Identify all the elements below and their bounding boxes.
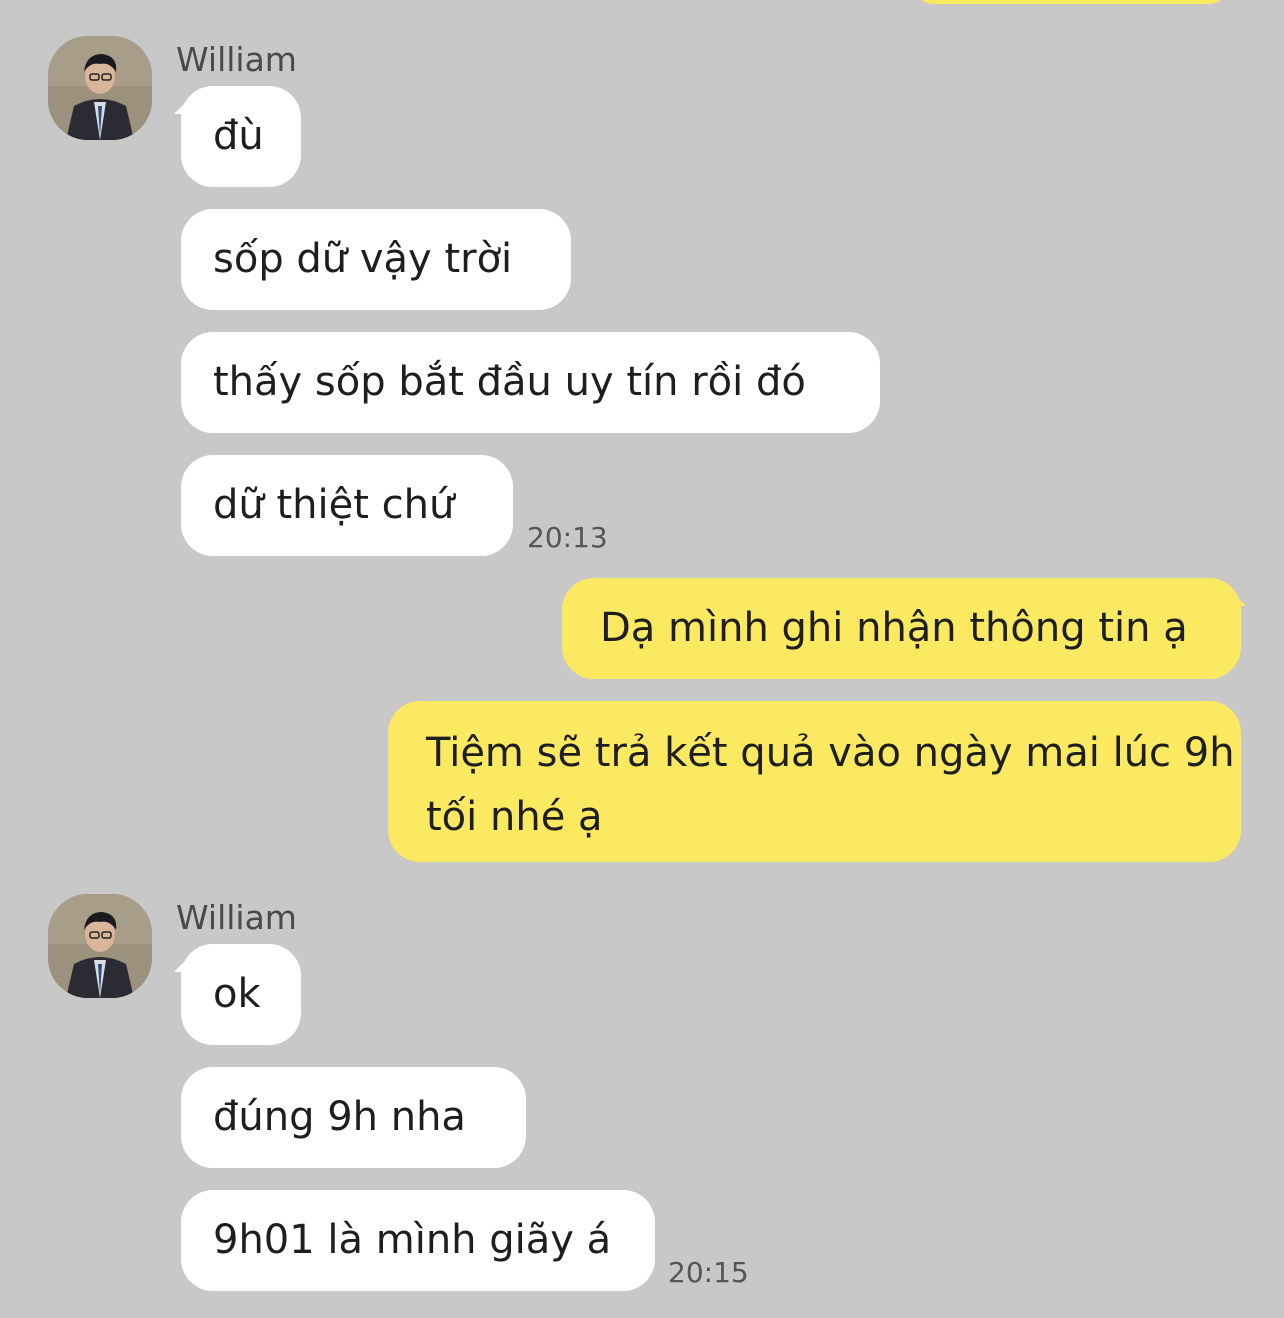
incoming-message-bubble[interactable]: đúng 9h nha [181,1067,526,1168]
incoming-message-bubble[interactable]: đù [181,86,301,187]
chat-message-list[interactable]: William đù sốp dữ vậy trời thấy sốp bắt … [0,0,1284,1318]
message-timestamp: 20:15 [668,1256,749,1289]
sender-avatar[interactable] [48,36,152,140]
incoming-message-bubble[interactable]: 9h01 là mình giãy á [181,1190,655,1291]
user-photo-avatar-icon [48,36,152,140]
incoming-message-bubble[interactable]: sốp dữ vậy trời [181,209,571,310]
sender-name: William [176,898,297,937]
user-photo-avatar-icon [48,894,152,998]
incoming-message-bubble[interactable]: ok [181,944,301,1045]
sender-name: William [176,40,297,79]
incoming-message-bubble[interactable]: dữ thiệt chứ [181,455,513,556]
sender-avatar[interactable] [48,894,152,998]
incoming-message-bubble[interactable]: thấy sốp bắt đầu uy tín rồi đó [181,332,880,433]
outgoing-message-bubble-partial[interactable] [912,0,1230,4]
message-timestamp: 20:13 [527,521,608,554]
outgoing-message-bubble[interactable]: Tiệm sẽ trả kết quả vào ngày mai lúc 9h … [388,701,1241,862]
outgoing-message-bubble[interactable]: Dạ mình ghi nhận thông tin ạ [562,578,1241,679]
